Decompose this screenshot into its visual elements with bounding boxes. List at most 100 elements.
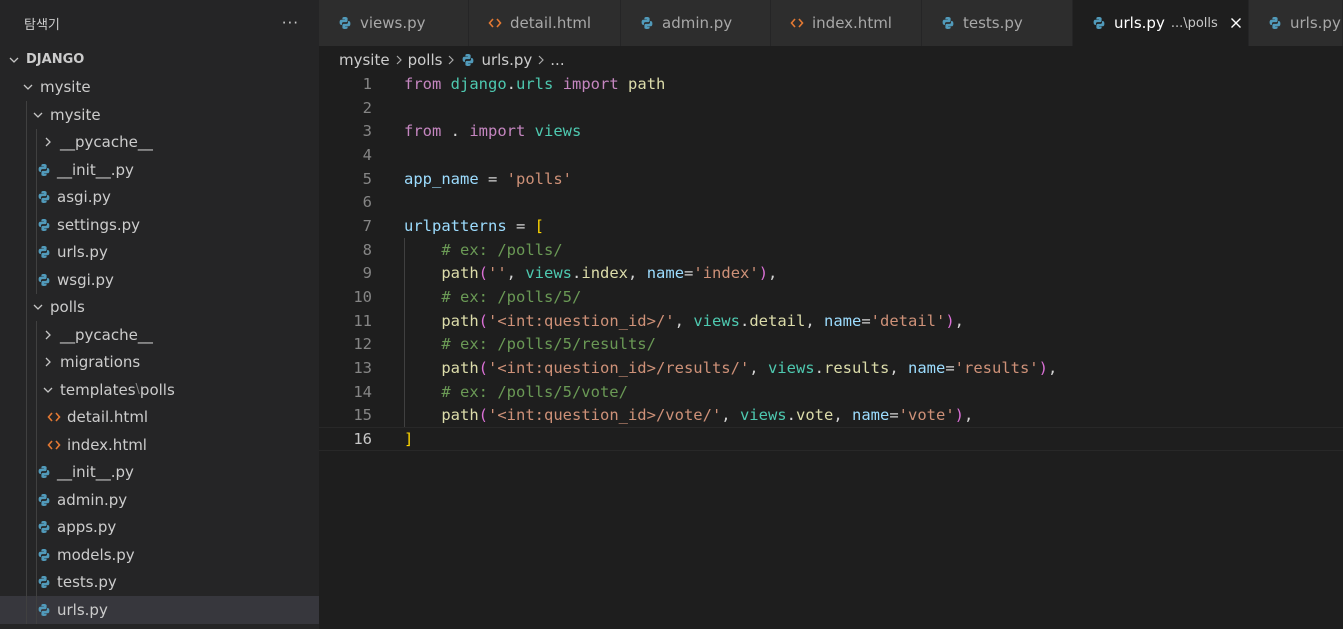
code-token: ) <box>954 406 964 425</box>
indent-guide <box>36 431 37 459</box>
tree-item-label: settings.py <box>57 215 140 234</box>
tree-file[interactable]: urls.py <box>0 238 319 266</box>
code-token: = <box>478 169 507 188</box>
indent-guide <box>26 403 27 431</box>
python-file-icon <box>36 272 52 288</box>
tab-urls-py[interactable]: urls.py ...\polls <box>1073 0 1249 46</box>
code-token: = <box>861 311 871 330</box>
tree-item-label: __pycache__ <box>60 325 153 344</box>
code-line[interactable]: 14 # ex: /polls/5/vote/ <box>319 379 1343 404</box>
tab-detail-html[interactable]: detail.html <box>469 0 621 46</box>
tree-item-label: migrations <box>60 353 141 372</box>
tree-file[interactable]: urls.py <box>0 596 319 624</box>
code-line[interactable]: 15 path('<int:question_id>/vote/', views… <box>319 403 1343 428</box>
tab-label: index.html <box>812 14 892 32</box>
tree-file[interactable]: __init__.py <box>0 458 319 486</box>
code-line[interactable]: 3 from . import views <box>319 119 1343 143</box>
code-line[interactable]: 10 # ex: /polls/5/ <box>319 285 1343 309</box>
tree-file[interactable]: settings.py <box>0 211 319 239</box>
python-file-icon <box>36 217 52 233</box>
code-line[interactable]: 16] <box>319 427 1343 451</box>
tree-folder[interactable]: __pycache__ <box>0 321 319 349</box>
tree-folder[interactable]: migrations <box>0 348 319 376</box>
code-line[interactable]: 13 path('<int:question_id>/results/', vi… <box>319 356 1343 380</box>
tab-index-html[interactable]: index.html <box>771 0 922 46</box>
tab-tests-py[interactable]: tests.py <box>922 0 1073 46</box>
code-line[interactable]: 6 <box>319 190 1343 214</box>
indent-guide <box>26 568 27 596</box>
tree-folder[interactable]: mysite <box>0 101 319 129</box>
code-line-content: from django.urls import path <box>404 75 665 93</box>
code-token: . <box>786 406 796 425</box>
breadcrumb-item[interactable]: polls <box>408 51 443 69</box>
indent-guide <box>36 266 37 294</box>
indent-guide <box>26 513 27 541</box>
tree-item-label: templates <box>60 380 136 399</box>
tab-label: urls.py <box>1114 14 1165 32</box>
tree-file[interactable]: apps.py <box>0 513 319 541</box>
tab-admin-py[interactable]: admin.py <box>621 0 771 46</box>
code-token: , <box>954 311 965 330</box>
python-file-icon <box>1267 15 1283 31</box>
line-number: 2 <box>362 98 372 117</box>
tree-file[interactable]: tests.py <box>0 568 319 596</box>
indent-guide <box>26 238 27 266</box>
tree-item-label: admin.py <box>57 490 128 509</box>
code-token: 'vote' <box>898 406 955 425</box>
tree-folder[interactable]: mysite <box>0 74 319 102</box>
code-token: name <box>907 359 946 378</box>
tree-item-label: detail.html <box>67 408 149 427</box>
breadcrumb-file[interactable]: urls.py <box>481 51 532 69</box>
code-token: '' <box>488 264 507 283</box>
tab-urls-py[interactable]: urls.py <box>1249 0 1343 46</box>
indent-guide <box>36 596 37 624</box>
tree-folder[interactable]: __pycache__ <box>0 128 319 156</box>
code-token: [ <box>534 216 544 235</box>
tree-file[interactable]: models.py <box>0 541 319 569</box>
code-token: . <box>572 264 582 283</box>
explorer-root-folder[interactable]: DJANGO <box>0 46 319 74</box>
code-line[interactable]: 2 <box>319 96 1343 120</box>
code-line[interactable]: 7 urlpatterns = [ <box>319 214 1343 238</box>
indent-guide <box>36 156 37 184</box>
code-editor[interactable]: 1 from django.urls import path 2 3 from . im… <box>319 72 1343 451</box>
breadcrumb-item[interactable]: mysite <box>339 51 390 69</box>
tree-folder[interactable]: polls <box>0 293 319 321</box>
tree-file[interactable]: detail.html <box>0 403 319 431</box>
breadcrumb-symbol[interactable]: ... <box>550 51 564 69</box>
code-token: 'results' <box>954 359 1039 378</box>
tree-file[interactable]: wsgi.py <box>0 266 319 294</box>
tree-file[interactable]: __init__.py <box>0 156 319 184</box>
code-line[interactable]: 9 path('', views.index, name='index'), <box>319 261 1343 286</box>
chevron-right-icon <box>444 53 458 67</box>
tree-file[interactable]: asgi.py <box>0 183 319 211</box>
code-line[interactable]: 12 # ex: /polls/5/results/ <box>319 332 1343 357</box>
code-line[interactable]: 11 path('<int:question_id>/', views.deta… <box>319 308 1343 333</box>
code-line[interactable]: 5 app_name = 'polls' <box>319 167 1343 191</box>
code-token: , <box>721 406 740 425</box>
code-line[interactable]: 4 <box>319 143 1343 167</box>
code-line[interactable]: 8 # ex: /polls/ <box>319 237 1343 262</box>
tree-item-label: __init__.py <box>57 160 134 179</box>
line-number: 7 <box>362 216 372 235</box>
python-file-icon <box>36 574 52 590</box>
indent-guide <box>36 376 37 404</box>
python-file-icon <box>36 189 52 205</box>
close-icon[interactable] <box>1228 15 1244 31</box>
python-file-icon <box>1091 15 1107 31</box>
tab-views-py[interactable]: views.py <box>319 0 469 46</box>
tree-item-label: urls.py <box>57 243 108 262</box>
chevron-right-icon <box>40 134 56 150</box>
tree-folder[interactable]: templates \ polls <box>0 376 319 404</box>
tree-file[interactable]: admin.py <box>0 486 319 514</box>
code-line[interactable]: 1 from django.urls import path <box>319 72 1343 96</box>
more-actions-button[interactable]: ··· <box>282 14 299 32</box>
line-number: 11 <box>353 311 372 330</box>
code-token: views <box>693 311 740 330</box>
tree-file[interactable]: index.html <box>0 431 319 459</box>
code-token: name <box>824 311 862 330</box>
code-line-content: # ex: /polls/ <box>404 241 562 259</box>
code-token: from <box>404 74 442 93</box>
